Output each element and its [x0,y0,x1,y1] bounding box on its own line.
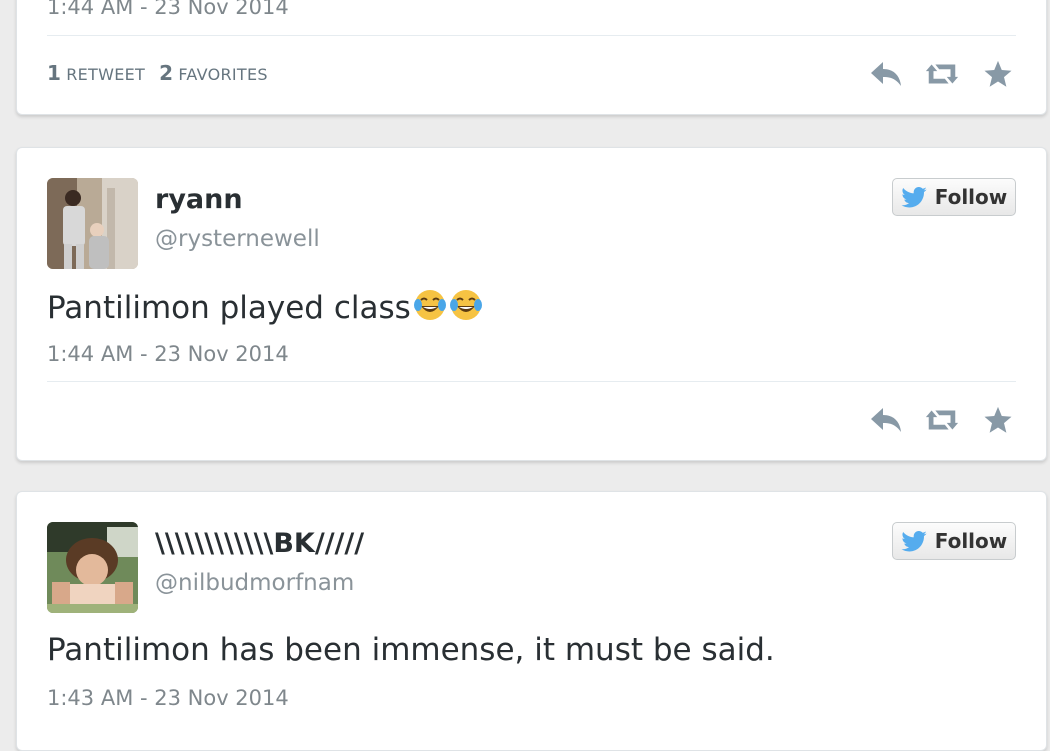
retweet-button[interactable] [924,56,960,92]
tweet-card-2: ryann @rysternewell Follow Pantilimon pl… [16,147,1047,461]
avatar[interactable] [47,178,138,269]
tweet-timestamp[interactable]: 1:44 AM - 23 Nov 2014 [47,0,289,19]
reply-button[interactable] [868,402,904,438]
favorite-label[interactable]: Favorites [178,65,268,84]
tweet-card-3: \\\\\\\\\\\\BK///// @nilbudmorfnam Follo… [16,491,1047,751]
favorite-button[interactable] [980,56,1016,92]
favorite-button[interactable] [980,402,1016,438]
retweet-label[interactable]: Retweet [66,65,145,84]
retweet-count[interactable]: 1 [47,61,61,85]
star-icon [984,406,1012,433]
twitter-bird-icon [901,186,927,207]
retweet-icon [925,410,959,430]
tweet-text-content: Pantilimon played class [47,290,411,326]
tweet-divider [47,381,1016,382]
follow-label: Follow [934,185,1008,209]
favorite-count[interactable]: 2 [159,61,173,85]
tweet-timestamp[interactable]: 1:44 AM - 23 Nov 2014 [47,342,289,366]
user-handle[interactable]: @nilbudmorfnam [155,570,354,596]
user-display-name[interactable]: ryann [155,184,243,215]
follow-label: Follow [934,529,1008,553]
tweet-timestamp[interactable]: 1:43 AM - 23 Nov 2014 [47,686,289,710]
tweet-divider [47,35,1016,36]
tweet-card-1: 1:44 AM - 23 Nov 2014 1 Retweet 2 Favorites [16,0,1047,115]
tweet-actions [868,402,1016,438]
twitter-bird-icon [901,530,927,551]
star-icon [984,60,1012,87]
follow-button[interactable]: Follow [892,522,1016,560]
user-display-name[interactable]: \\\\\\\\\\\\BK///// [155,528,364,559]
reply-icon [871,408,901,432]
tears-of-joy-emoji-icon [449,290,482,320]
tweet-stats: 1 Retweet 2 Favorites [47,61,282,85]
avatar[interactable] [47,522,138,613]
tweet-text: Pantilimon played class [47,288,483,326]
reply-button[interactable] [868,56,904,92]
retweet-button[interactable] [924,402,960,438]
tweet-text: Pantilimon has been immense, it must be … [47,632,775,668]
tweet-actions [868,56,1016,92]
user-handle[interactable]: @rysternewell [155,226,320,252]
tears-of-joy-emoji-icon [413,290,446,320]
follow-button[interactable]: Follow [892,178,1016,216]
reply-icon [871,62,901,86]
retweet-icon [925,64,959,84]
